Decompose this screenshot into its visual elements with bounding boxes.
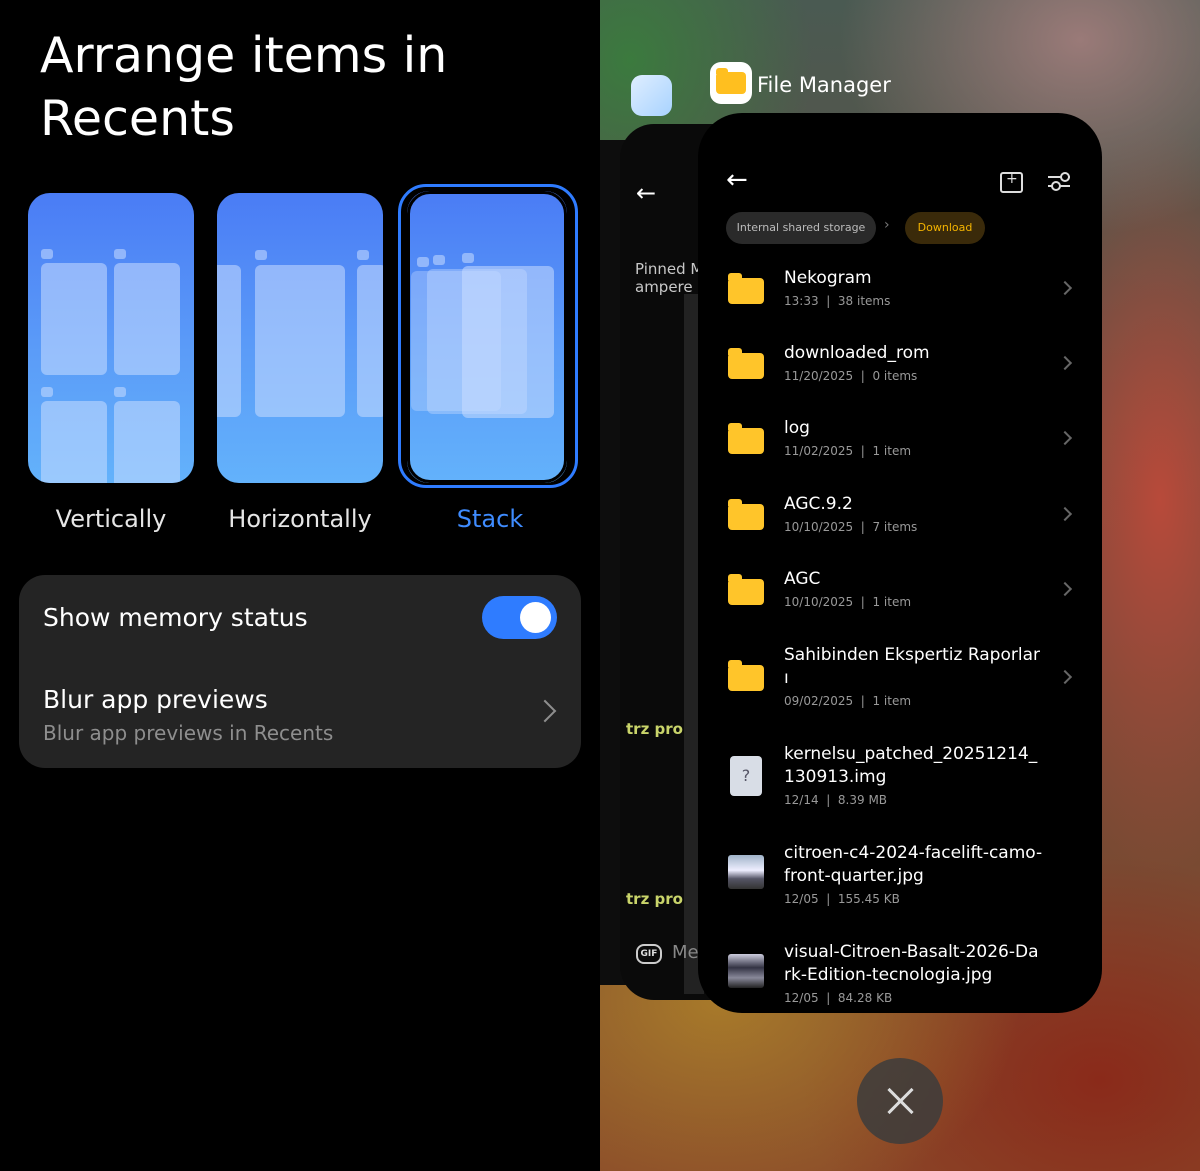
option-label: Horizontally [228, 505, 372, 533]
vertically-preview [28, 193, 194, 483]
item-meta: 10/10/2025 | 1 item [784, 595, 912, 609]
app-name: File Manager [757, 73, 891, 97]
chevron-right-icon: › [884, 217, 890, 233]
new-folder-icon[interactable] [1000, 171, 1023, 193]
option-vertically[interactable]: Vertically [28, 193, 194, 533]
item-name: AGC.9.2 [784, 494, 853, 514]
image-thumbnail [728, 855, 764, 889]
item-name: AGC [784, 569, 821, 589]
item-meta: 12/05 | 155.45 KB [784, 892, 900, 906]
option-horizontally[interactable]: Horizontally [217, 193, 383, 533]
item-meta: 12/14 | 8.39 MB [784, 793, 888, 807]
breadcrumb-download[interactable]: Download [905, 212, 985, 244]
item-name: Nekogram [784, 268, 872, 288]
item-meta: 12/05 | 84.28 KB [784, 991, 893, 1005]
item-meta: 10/10/2025 | 7 items [784, 520, 918, 534]
file-manager-app-icon[interactable] [710, 62, 752, 104]
option-label: Stack [456, 505, 524, 533]
folder-icon [728, 574, 764, 605]
chevron-right-icon [1057, 280, 1073, 296]
chat-app-icon[interactable] [631, 75, 672, 116]
chevron-right-icon [1057, 430, 1073, 446]
recent-card-file-manager[interactable]: ← Internal shared storage › Download Nek… [698, 113, 1102, 1013]
memory-status-toggle[interactable] [482, 596, 557, 639]
item-name: Sahibinden Ekspertiz Raporları [784, 645, 1040, 688]
back-arrow-icon[interactable]: ← [726, 165, 748, 195]
item-name: downloaded_rom [784, 343, 930, 363]
option-label: Vertically [55, 505, 167, 533]
folder-icon [728, 499, 764, 530]
message-input[interactable]: Me [672, 942, 699, 963]
folder-icon [728, 348, 764, 379]
chevron-right-icon [533, 699, 557, 723]
recents-settings-panel: Arrange items in Recents Vertically Hori… [0, 0, 600, 1171]
horizontally-preview [217, 193, 383, 483]
settings-card: Show memory status Blur app previews Blu… [19, 575, 581, 768]
logo-badge: trz pro [626, 720, 683, 738]
chevron-right-icon [1057, 506, 1073, 522]
item-meta: 13:33 | 38 items [784, 294, 891, 308]
folder-icon [728, 423, 764, 454]
item-name: citroen-c4-2024-facelift-camo-front-quar… [784, 843, 1043, 886]
item-name: visual-Citroen-Basalt-2026-Dark-Edition-… [784, 942, 1039, 985]
folder-icon [728, 660, 764, 691]
item-name: log [784, 418, 810, 438]
item-meta: 11/02/2025 | 1 item [784, 444, 912, 458]
chevron-right-icon [1057, 669, 1073, 685]
item-meta: 11/20/2025 | 0 items [784, 369, 918, 383]
clear-all-button[interactable] [857, 1058, 943, 1144]
page-title: Arrange items in Recents [40, 27, 448, 147]
memory-status-label: Show memory status [43, 603, 308, 632]
gif-button[interactable]: GIF [636, 944, 662, 964]
back-arrow-icon: ← [636, 179, 657, 207]
pinned-title: Pinned M [635, 260, 704, 278]
image-thumbnail [728, 954, 764, 988]
toggle-knob [520, 602, 551, 633]
option-stack[interactable]: Stack [398, 184, 578, 533]
blur-previews-sublabel: Blur app previews in Recents [43, 721, 334, 745]
sliders-icon[interactable] [1048, 171, 1070, 191]
chevron-right-icon [1057, 355, 1073, 371]
folder-icon [728, 273, 764, 304]
stack-preview [407, 191, 567, 483]
chevron-right-icon [1057, 581, 1073, 597]
unknown-file-icon: ? [730, 756, 762, 796]
item-meta: 09/02/2025 | 1 item [784, 694, 912, 708]
item-name: kernelsu_patched_20251214_130913.img [784, 744, 1038, 787]
recents-view: ← Pinned M ampere re trz pro trz pro GIF… [600, 0, 1200, 1171]
logo-badge: trz pro [626, 890, 683, 908]
breadcrumb-internal-storage[interactable]: Internal shared storage [726, 212, 876, 244]
blur-previews-label: Blur app previews [43, 685, 268, 714]
